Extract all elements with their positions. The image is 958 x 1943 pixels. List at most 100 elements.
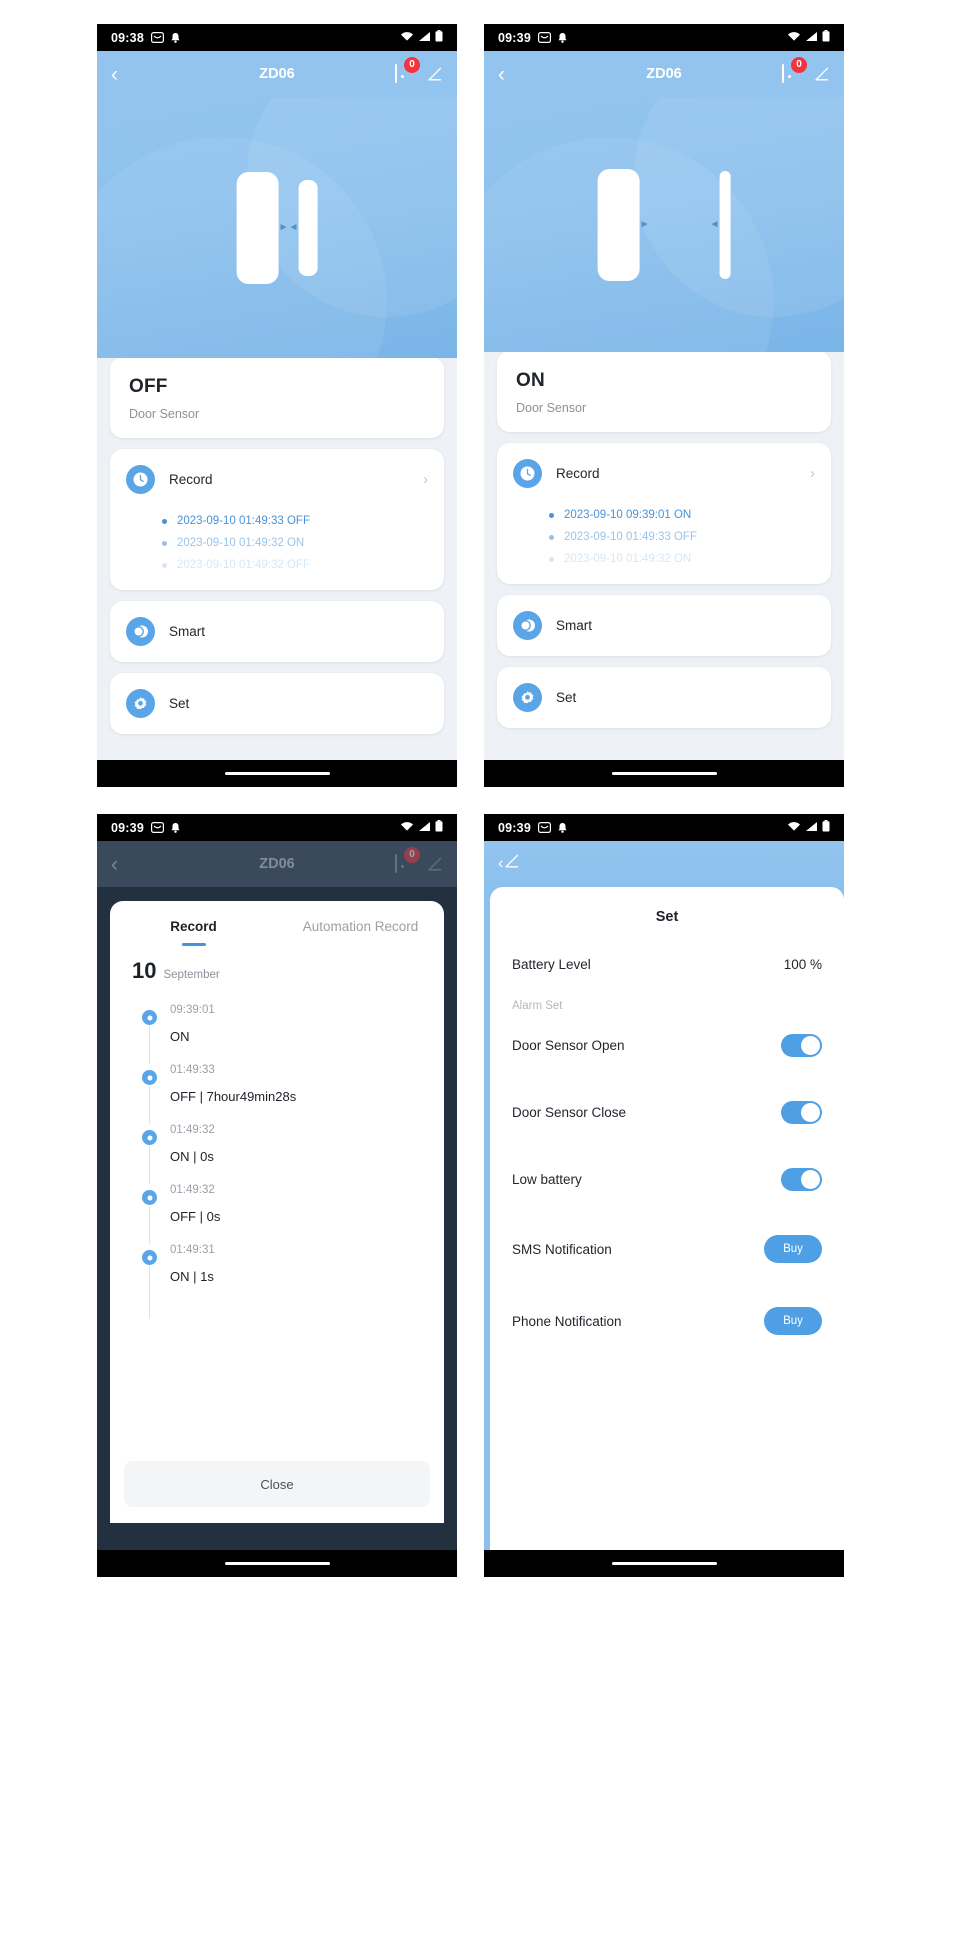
mail-icon: [150, 32, 164, 43]
smart-row[interactable]: Smart: [110, 601, 444, 662]
timeline-text: ON: [170, 1029, 190, 1044]
notification-badge: 0: [404, 846, 420, 863]
record-bullet-icon: [549, 534, 554, 540]
timeline-time: 01:49:31: [170, 1244, 215, 1256]
content-sheet: ON Door Sensor Record › 2023-09-10 09:39…: [484, 352, 844, 760]
battery-icon: [822, 820, 830, 835]
smart-label: Smart: [556, 618, 593, 633]
back-button[interactable]: ‹: [111, 854, 131, 875]
set-row[interactable]: Set: [110, 673, 444, 734]
device-state-value: ON: [516, 370, 545, 391]
appbar-actions: 0: [395, 56, 443, 84]
low-battery-toggle[interactable]: [781, 1168, 822, 1191]
wifi-icon: [400, 31, 414, 45]
device-state-value: OFF: [129, 376, 168, 397]
phone-notification-row[interactable]: Phone Notification Buy: [512, 1285, 822, 1357]
pencil-icon[interactable]: [426, 66, 443, 83]
status-bar: 09:39: [97, 814, 457, 841]
arrow-right-icon: ►: [278, 222, 289, 233]
panel-record-modal-cell: 09:39 ‹ ZD06 0 Record Automation Record …: [97, 814, 471, 1579]
phone-notification-buy-button[interactable]: Buy: [764, 1307, 822, 1335]
status-bar: 09:38: [97, 24, 457, 51]
record-modal: Record Automation Record 10 September 09…: [110, 901, 444, 1523]
record-entry: 2023-09-10 01:49:33 OFF: [162, 510, 428, 532]
record-entry: 2023-09-10 01:49:32 OFF: [162, 554, 428, 576]
door-sensor-open-label: Door Sensor Open: [512, 1038, 625, 1053]
status-time: 09:39: [498, 820, 531, 835]
record-entry: 2023-09-10 01:49:32 ON: [162, 532, 428, 554]
door-sensor-graphic: ► ◄: [597, 168, 731, 281]
record-bullet-icon: [549, 512, 554, 518]
smart-card[interactable]: Smart: [497, 595, 831, 656]
date-header: 10 September: [110, 948, 444, 990]
smart-row[interactable]: Smart: [497, 595, 831, 656]
pencil-icon[interactable]: [813, 66, 830, 83]
low-battery-row[interactable]: Low battery: [512, 1146, 822, 1213]
app-bar-dimmed: ‹ ZD06 0: [97, 841, 457, 887]
status-right-icons: [787, 30, 830, 45]
status-right-icons: [787, 820, 830, 835]
record-row[interactable]: Record ›: [110, 449, 444, 510]
battery-level-value: 100 %: [783, 957, 822, 972]
sms-notification-label: SMS Notification: [512, 1241, 612, 1257]
record-card[interactable]: Record › 2023-09-10 01:49:33 OFF 2023-09…: [110, 449, 444, 590]
appbar-actions: [503, 853, 520, 875]
battery-icon: [822, 30, 830, 45]
signal-icon: [805, 821, 818, 835]
close-button[interactable]: Close: [124, 1461, 430, 1507]
record-entry-text: 2023-09-10 09:39:01 ON: [564, 509, 692, 521]
remote-icon[interactable]: 0: [395, 846, 420, 874]
record-label: Record: [169, 472, 213, 487]
toggle-icon: [126, 617, 155, 646]
toggle-icon: [513, 611, 542, 640]
set-label: Set: [556, 690, 577, 705]
door-sensor-close-label: Door Sensor Close: [512, 1105, 627, 1120]
record-entry: 2023-09-10 09:39:01 ON: [549, 504, 815, 526]
low-battery-label: Low battery: [512, 1172, 582, 1187]
gesture-bar: [484, 1550, 844, 1577]
back-button[interactable]: ‹: [111, 64, 131, 85]
wifi-icon: [787, 31, 801, 45]
remote-icon[interactable]: 0: [782, 56, 807, 84]
record-timeline: 09:39:01 ON 01:49:33 OFF | 7hour49min28s…: [110, 990, 444, 1461]
door-sensor-open-row[interactable]: Door Sensor Open: [512, 1012, 822, 1079]
panel-set-cell: 09:39 ‹ Set Battery Level 100 % Alarm Se…: [484, 814, 858, 1579]
content-sheet: OFF Door Sensor Record › 2023-09-10 01:4…: [97, 358, 457, 760]
door-sensor-graphic: ► ◄: [236, 171, 318, 284]
app-bar: ‹ ZD06 0: [484, 51, 844, 97]
back-button[interactable]: ‹: [498, 64, 518, 85]
pencil-icon[interactable]: [426, 856, 443, 873]
door-sensor-open-toggle[interactable]: [781, 1034, 822, 1057]
arrow-right-icon: ►: [639, 219, 650, 230]
record-entry-list: 2023-09-10 09:39:01 ON 2023-09-10 01:49:…: [497, 504, 831, 584]
bell-icon: [170, 822, 181, 834]
door-sensor-close-row[interactable]: Door Sensor Close: [512, 1079, 822, 1146]
smart-card[interactable]: Smart: [110, 601, 444, 662]
phone-screen-set: 09:39 ‹ Set Battery Level 100 % Alarm Se…: [484, 814, 844, 1577]
set-card[interactable]: Set: [497, 667, 831, 728]
record-bullet-icon: [549, 556, 554, 562]
set-row[interactable]: Set: [497, 667, 831, 728]
signal-icon: [418, 31, 431, 45]
set-card[interactable]: Set: [110, 673, 444, 734]
door-sensor-close-toggle[interactable]: [781, 1101, 822, 1124]
record-bullet-icon: [162, 562, 167, 568]
mail-icon: [537, 822, 551, 833]
arrow-left-icon: ◄: [288, 222, 299, 233]
battery-icon: [435, 30, 443, 45]
app-bar: ‹: [484, 841, 844, 887]
tab-record[interactable]: Record: [110, 919, 277, 948]
tab-automation-record[interactable]: Automation Record: [277, 919, 444, 948]
bell-icon: [170, 32, 181, 44]
phone-screen-record: 09:39 ‹ ZD06 0 Record Automation Record …: [97, 814, 457, 1577]
bell-icon: [557, 822, 568, 834]
record-card[interactable]: Record › 2023-09-10 09:39:01 ON 2023-09-…: [497, 443, 831, 584]
remote-icon[interactable]: 0: [395, 56, 420, 84]
sms-notification-buy-button[interactable]: Buy: [764, 1235, 822, 1263]
status-bar: 09:39: [484, 24, 844, 51]
signal-icon: [805, 31, 818, 45]
sms-notification-row[interactable]: SMS Notification Buy: [512, 1213, 822, 1285]
pencil-icon[interactable]: [503, 854, 520, 874]
record-entry-list: 2023-09-10 01:49:33 OFF 2023-09-10 01:49…: [110, 510, 444, 590]
record-row[interactable]: Record ›: [497, 443, 831, 504]
